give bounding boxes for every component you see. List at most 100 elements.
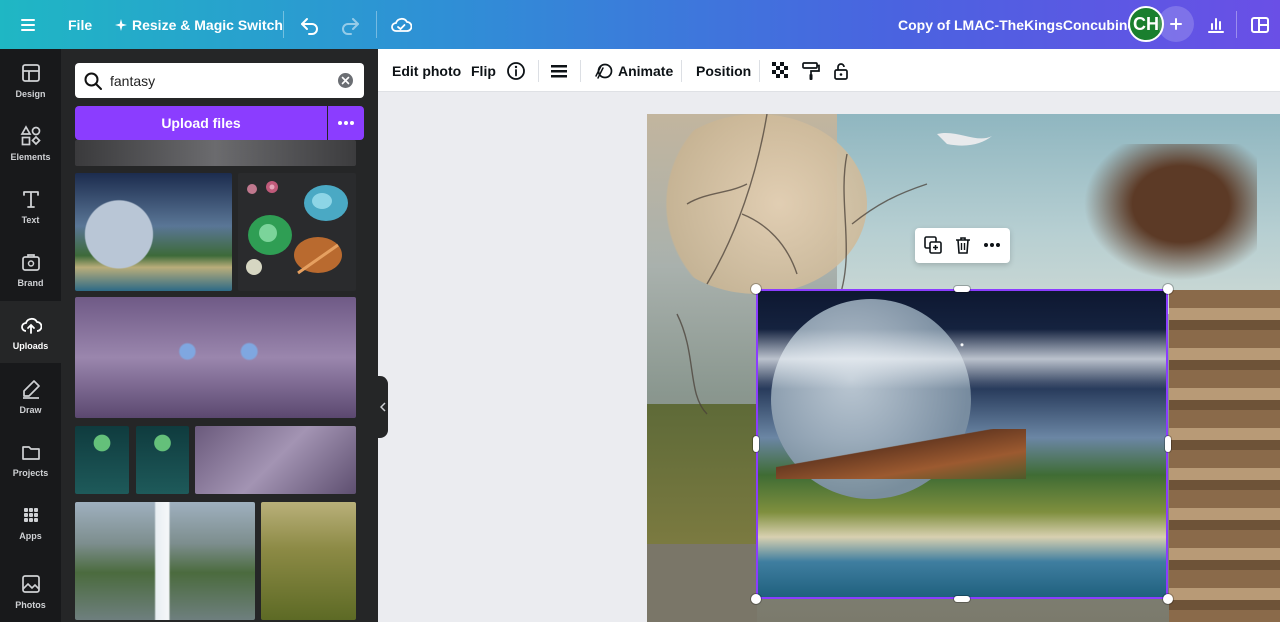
border-style-button[interactable]: [550, 49, 568, 92]
upload-thumbnail-green-door[interactable]: [75, 426, 129, 494]
rail-item-uploads[interactable]: Uploads: [0, 301, 61, 363]
search-input[interactable]: [110, 72, 330, 89]
unlock-icon: [834, 62, 848, 80]
resize-handle-top-left[interactable]: [751, 284, 761, 294]
uploads-panel: Upload files: [61, 49, 378, 622]
sea-creatures-graphic: [246, 181, 348, 275]
info-icon: [507, 61, 525, 80]
document-title-text: Copy of LMAC-TheKingsConcubine: [898, 16, 1136, 33]
upload-thumbnail-purple-face[interactable]: [75, 297, 356, 418]
upload-thumbnail-statue[interactable]: [261, 502, 356, 620]
context-toolbar: Edit photo Flip Animate Position: [378, 49, 1280, 92]
element-quick-actions: [915, 228, 1010, 263]
more-horizontal-icon[interactable]: [982, 235, 1002, 255]
upload-thumbnail-waterfall[interactable]: [75, 502, 255, 620]
rail-label-draw: Draw: [19, 404, 42, 415]
rail-label-projects: Projects: [12, 467, 49, 478]
bar-chart-icon: [1208, 17, 1224, 33]
more-horizontal-icon: [338, 121, 354, 125]
edit-photo-label: Edit photo: [392, 62, 462, 79]
upload-thumbnail-sea-creatures[interactable]: [238, 173, 356, 291]
pen-icon: [22, 379, 40, 399]
resize-handle-right[interactable]: [1165, 436, 1171, 452]
layout-panel-icon: [1251, 16, 1269, 33]
position-button[interactable]: Position: [696, 49, 751, 92]
menu-button[interactable]: [18, 0, 38, 49]
resize-label: Resize & Magic Switch: [132, 16, 283, 33]
transparency-button[interactable]: [771, 49, 791, 92]
save-status-button[interactable]: [390, 0, 412, 49]
upload-thumbnail-planet-lake[interactable]: [75, 173, 232, 291]
resize-handle-bottom-right[interactable]: [1163, 594, 1173, 604]
upload-more-button[interactable]: [328, 106, 364, 140]
redo-icon: [342, 17, 359, 35]
resize-handle-bottom-left[interactable]: [751, 594, 761, 604]
resize-magic-switch-button[interactable]: Resize & Magic Switch: [114, 0, 283, 49]
trash-icon[interactable]: [953, 235, 973, 255]
resize-handle-top[interactable]: [954, 286, 970, 292]
rail-item-design[interactable]: Design: [0, 49, 61, 111]
copy-style-button[interactable]: [801, 49, 821, 92]
rail-item-apps[interactable]: Apps: [0, 491, 61, 553]
invite-button[interactable]: [1158, 6, 1194, 42]
upload-thumbnail[interactable]: [75, 140, 356, 166]
rail-label-text: Text: [21, 214, 40, 225]
present-button[interactable]: [1250, 0, 1270, 49]
image-icon: [21, 574, 40, 593]
flip-label: Flip: [471, 62, 496, 79]
brand-icon: [21, 253, 40, 271]
toolbar-divider: [1236, 11, 1237, 38]
upload-thumbnail-purple-texture[interactable]: [195, 426, 356, 494]
collapse-panel-tab[interactable]: [378, 376, 388, 438]
rail-item-brand[interactable]: Brand: [0, 238, 61, 300]
search-icon: [84, 72, 102, 90]
file-menu-button[interactable]: File: [68, 0, 92, 49]
selection-frame: [756, 289, 1168, 599]
paint-roller-icon: [802, 61, 820, 80]
rail-label-photos: Photos: [15, 599, 46, 610]
undo-icon: [301, 17, 318, 35]
animate-button[interactable]: Animate: [594, 49, 673, 92]
hamburger-icon: [21, 18, 35, 31]
transparency-checker-icon: [772, 61, 788, 78]
info-button[interactable]: [506, 49, 526, 92]
resize-handle-top-right[interactable]: [1163, 284, 1173, 294]
avatar-initials: CH: [1133, 13, 1159, 34]
rail-label-design: Design: [15, 88, 46, 99]
resize-handle-bottom[interactable]: [954, 596, 970, 602]
flip-button[interactable]: Flip: [471, 49, 496, 92]
toolbar-divider: [580, 60, 581, 82]
toolbar-divider: [538, 60, 539, 82]
rail-label-brand: Brand: [17, 277, 44, 288]
folder-icon: [21, 445, 40, 460]
upload-row: Upload files: [75, 106, 364, 140]
animate-label: Animate: [618, 62, 674, 79]
search-box[interactable]: [75, 63, 364, 98]
apps-icon: [23, 507, 38, 522]
toolbar-divider: [681, 60, 682, 82]
edit-photo-button[interactable]: Edit photo: [392, 49, 461, 92]
duplicate-icon[interactable]: [923, 235, 943, 255]
chevron-left-icon: [380, 402, 386, 412]
upload-files-button[interactable]: Upload files: [75, 106, 327, 140]
rail-label-uploads: Uploads: [12, 340, 49, 351]
insights-button[interactable]: [1206, 0, 1226, 49]
document-title[interactable]: Copy of LMAC-TheKingsConcubine: [898, 0, 1135, 49]
position-label: Position: [696, 62, 752, 79]
undo-button[interactable]: [299, 0, 321, 49]
upload-thumbnail-green-door[interactable]: [136, 426, 189, 494]
text-icon: [22, 190, 39, 208]
rail-item-text[interactable]: Text: [0, 175, 61, 237]
resize-handle-left[interactable]: [753, 436, 759, 452]
rail-item-projects[interactable]: Projects: [0, 428, 61, 490]
rail-label-apps: Apps: [19, 530, 42, 541]
rail-item-draw[interactable]: Draw: [0, 365, 61, 427]
toolbar-divider: [376, 11, 377, 38]
rail-item-photos[interactable]: Photos: [0, 560, 61, 622]
redo-button[interactable]: [339, 0, 361, 49]
cloud-check-icon: [391, 17, 412, 32]
lock-button[interactable]: [831, 49, 851, 92]
file-menu-label: File: [68, 16, 93, 33]
rail-item-elements[interactable]: Elements: [0, 112, 61, 174]
clear-search-icon[interactable]: [337, 72, 354, 89]
